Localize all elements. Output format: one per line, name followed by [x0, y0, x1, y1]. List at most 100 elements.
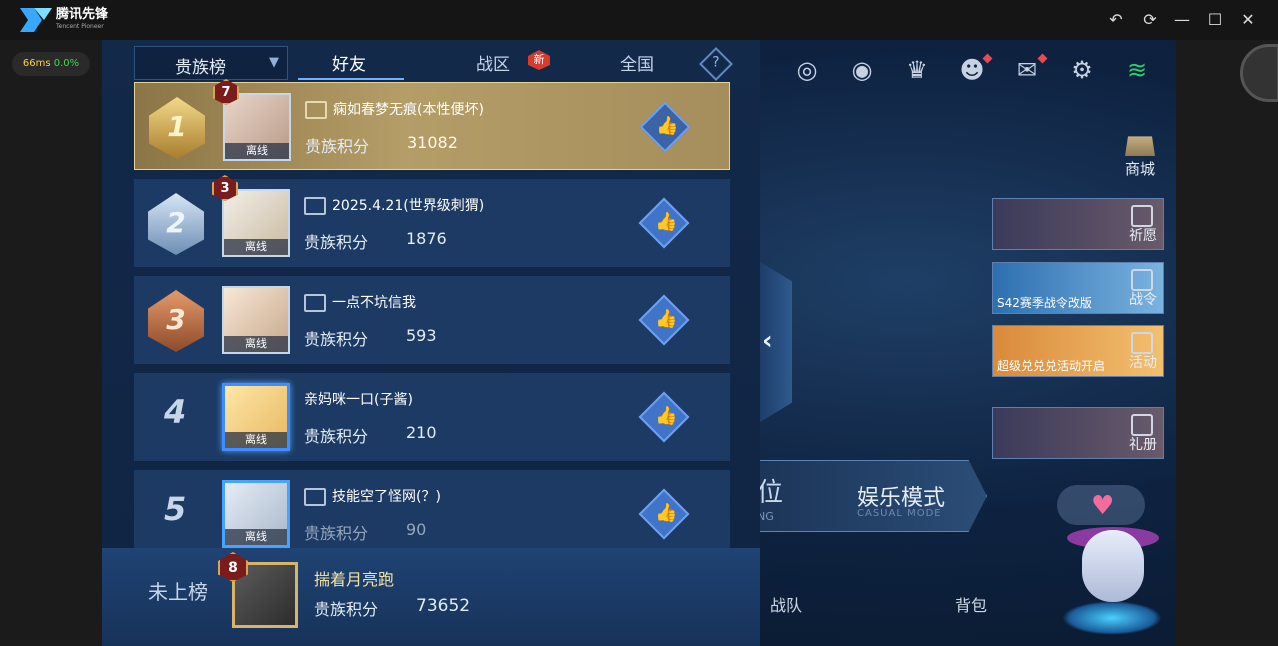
battle-pass-label: 战令 [1129, 292, 1157, 308]
signal-icon: ≋ [1126, 56, 1148, 84]
left-sidebar [0, 40, 102, 646]
refresh-icon[interactable]: ⟳ [1140, 10, 1160, 30]
team-button[interactable]: 战队 [770, 592, 802, 616]
tab-national[interactable]: 全国 [620, 50, 654, 75]
gift-book-icon [1131, 414, 1153, 436]
friends-icon[interactable]: ☻ [957, 53, 993, 85]
thumbs-up-icon: 👍 [655, 502, 678, 524]
leaderboard-row: 3 离线 一点不坑信我 贵族积分 593 👍 [134, 276, 730, 364]
chevron-down-icon: ▼ [269, 55, 279, 70]
ranked-mode-label[interactable]: 位 [757, 472, 783, 509]
player-name: 亲妈咪一口(子酱) [304, 392, 413, 408]
flag-icon [304, 488, 326, 506]
mail-icon[interactable]: ✉ [1012, 53, 1048, 85]
active-tab-indicator [298, 72, 404, 80]
my-rank-footer: 未上榜 8 揣着月亮跑 贵族积分 73652 [102, 548, 760, 646]
minimize-icon[interactable]: — [1172, 10, 1192, 30]
leaderboard-tabs: 贵族榜 ▼ 好友 战区 新 全国 ? [102, 40, 760, 84]
settings-gear-icon[interactable]: ⚙ [1067, 55, 1097, 85]
flag-icon [304, 294, 326, 312]
offline-tag: 离线 [225, 529, 287, 545]
thumbs-up-icon: 👍 [655, 405, 678, 427]
activity-label: 活动 [1129, 355, 1157, 371]
my-score-label: 贵族积分 [314, 600, 379, 619]
thumbs-up-icon: 👍 [655, 211, 678, 233]
leaderboard-panel: 贵族榜 ▼ 好友 战区 新 全国 ? 1 离线 7 痫如春梦无痕(本性便坏) 贵… [102, 40, 760, 646]
flag-icon [305, 101, 327, 119]
mascot-base [1062, 601, 1162, 635]
trophy-icon[interactable]: ♛ [902, 55, 932, 85]
app-name: 腾讯先锋 [56, 7, 109, 22]
score-value: 210 [406, 423, 437, 442]
score-value: 90 [406, 520, 427, 539]
like-button[interactable]: 👍 [638, 391, 690, 443]
score-label: 贵族积分 [305, 137, 370, 156]
battle-pass-caption: S42赛季战令改版 [997, 296, 1092, 310]
silver-rank-badge: 2 [148, 193, 204, 255]
avatar[interactable]: 离线 [222, 286, 290, 354]
activity-icon [1131, 332, 1153, 354]
score-value: 31082 [407, 133, 458, 152]
avatar[interactable]: 离线 [222, 189, 290, 257]
player-name: 2025.4.21(世界级刺猬) [332, 198, 485, 214]
score-label: 贵族积分 [304, 524, 369, 543]
avatar[interactable]: 离线 [222, 383, 290, 451]
wish-button[interactable]: 祈愿 [992, 198, 1164, 250]
thumbs-up-icon: 👍 [655, 308, 678, 330]
leaderboard-row: 4 离线 亲妈咪一口(子酱) 贵族积分 210 👍 [134, 373, 730, 461]
offline-tag: 离线 [225, 432, 287, 448]
tab-zone[interactable]: 战区 [476, 50, 510, 75]
like-button[interactable]: 👍 [638, 197, 690, 249]
board-type-dropdown[interactable]: 贵族榜 ▼ [134, 46, 288, 80]
close-icon[interactable]: ✕ [1238, 10, 1258, 30]
new-badge: 新 [528, 50, 550, 70]
battle-pass-button[interactable]: S42赛季战令改版 战令 [992, 262, 1164, 314]
bag-button[interactable]: 背包 [955, 592, 987, 616]
gift-book-button[interactable]: 礼册 [992, 407, 1164, 459]
shop-icon [1125, 136, 1155, 156]
leaderboard-row: 1 离线 7 痫如春梦无痕(本性便坏) 贵族积分 31082 👍 [134, 79, 730, 170]
gift-book-label: 礼册 [1129, 437, 1157, 453]
wish-icon [1131, 205, 1153, 227]
bronze-rank-badge: 3 [148, 290, 204, 352]
board-type-label: 贵族榜 [175, 58, 226, 78]
app-subname: Tencent Pioneer [56, 23, 104, 30]
score-value: 593 [406, 326, 437, 345]
like-button[interactable]: 👍 [638, 294, 690, 346]
my-player-name: 揣着月亮跑 [314, 570, 395, 589]
like-button[interactable]: 👍 [639, 101, 691, 153]
like-button[interactable]: 👍 [638, 488, 690, 540]
shop-button[interactable]: 商城 [1120, 128, 1160, 179]
gold-rank-badge: 1 [149, 97, 205, 159]
battle-pass-icon [1131, 269, 1153, 291]
title-bar: 腾讯先锋 Tencent Pioneer ↶ ⟳ — ☐ ✕ [0, 0, 1278, 40]
activity-button[interactable]: 超级兑兑兑活动开启 活动 [992, 325, 1164, 377]
maximize-icon[interactable]: ☐ [1205, 10, 1225, 30]
casual-mode-sub: CASUAL MODE [857, 508, 942, 519]
help-icon[interactable]: ? [699, 47, 733, 81]
avatar[interactable]: 离线 [222, 480, 290, 548]
chevron-left-icon[interactable]: ‹ [762, 326, 773, 356]
wish-label: 祈愿 [1129, 228, 1157, 244]
activity-caption: 超级兑兑兑活动开启 [997, 359, 1106, 373]
bottom-bar: 战队 背包 [760, 580, 1100, 626]
eye-icon[interactable]: ◉ [847, 55, 877, 85]
heart-icon: ♥ [1091, 491, 1115, 521]
my-score-value: 73652 [416, 596, 471, 616]
mascot-character[interactable]: ♥ [1057, 485, 1167, 635]
undo-icon[interactable]: ↶ [1106, 10, 1126, 30]
offline-tag: 离线 [224, 336, 288, 352]
flag-icon [304, 197, 326, 215]
mascot-body [1082, 530, 1144, 602]
offline-tag: 离线 [225, 143, 289, 159]
score-label: 贵族积分 [304, 330, 369, 349]
target-icon[interactable]: ◎ [792, 55, 822, 85]
unranked-label: 未上榜 [148, 580, 208, 604]
leaderboard-row: 5 离线 技能空了怪网(？) 贵族积分 90 👍 [134, 470, 730, 548]
top-icon-bar: ◎ ◉ ♛ ☻ ✉ ⚙ ≋ [792, 53, 1152, 91]
game-viewport: ◎ ◉ ♛ ☻ ✉ ⚙ ≋ 商城 祈愿 S42赛季战令改版 战令 超级兑兑兑活动… [102, 40, 1176, 646]
avatar[interactable]: 离线 [223, 93, 291, 161]
packet-loss: 0.0% [53, 58, 80, 69]
perf-indicator: 66ms 0.0% [12, 52, 90, 76]
thumbs-up-icon: 👍 [656, 115, 679, 137]
